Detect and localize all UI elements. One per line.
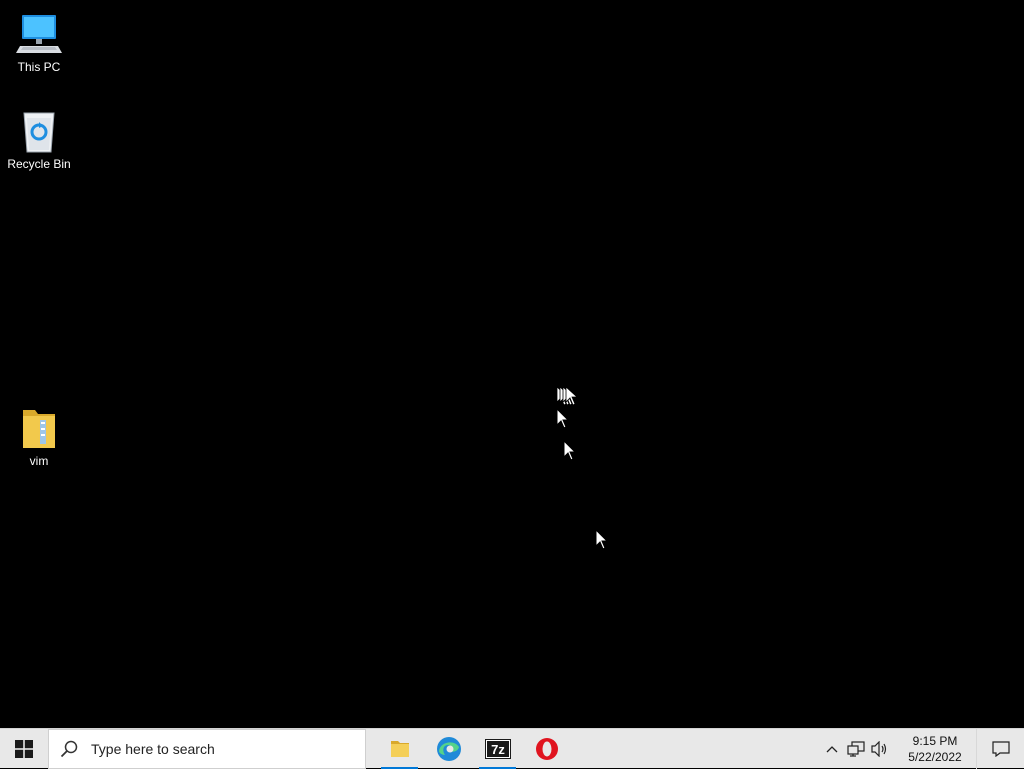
- start-button[interactable]: [0, 729, 48, 769]
- mouse-cursor-icon: [556, 408, 570, 429]
- show-hidden-icons-button[interactable]: [820, 729, 844, 769]
- taskbar-pinned-apps: 7z: [375, 729, 571, 769]
- desktop-icon-label: Recycle Bin: [7, 157, 71, 171]
- edge-icon: [436, 736, 461, 761]
- clock-date: 5/22/2022: [908, 750, 962, 764]
- opera-icon: [535, 737, 558, 760]
- search-icon: [59, 739, 79, 759]
- svg-text:7z: 7z: [491, 742, 505, 757]
- taskbar-app-edge[interactable]: [424, 729, 473, 769]
- taskbar-clock[interactable]: 9:15 PM 5/22/2022: [900, 733, 970, 765]
- volume-button[interactable]: [868, 729, 892, 769]
- taskbar-app-7zip[interactable]: 7z: [473, 729, 522, 769]
- taskbar: 7z: [0, 728, 1024, 769]
- network-button[interactable]: [844, 729, 868, 769]
- recycle-bin-icon: [15, 107, 63, 155]
- desktop-icon-label: This PC: [17, 60, 61, 74]
- mouse-cursor-icon: [563, 440, 577, 461]
- network-icon: [847, 741, 865, 757]
- file-explorer-icon: [390, 740, 409, 757]
- taskbar-search-box[interactable]: [48, 728, 366, 769]
- mouse-cursor-icon: [595, 529, 609, 550]
- search-input[interactable]: [89, 739, 353, 758]
- taskbar-app-opera[interactable]: [522, 729, 571, 769]
- this-pc-icon: [15, 10, 63, 58]
- 7zip-icon: 7z: [484, 738, 511, 759]
- clock-time: 9:15 PM: [912, 734, 958, 748]
- desktop-icon-label: vim: [29, 454, 49, 468]
- cursor-trail-icon: [556, 386, 578, 406]
- system-tray: 9:15 PM 5/22/2022: [820, 729, 1024, 769]
- notification-icon: [991, 741, 1010, 757]
- chevron-up-icon: [826, 746, 838, 753]
- desktop-icon-recycle-bin[interactable]: Recycle Bin: [1, 107, 77, 171]
- desktop[interactable]: This PC Recycle Bin vim: [0, 0, 1024, 728]
- speaker-icon: [871, 741, 887, 757]
- desktop-icon-vim[interactable]: vim: [1, 404, 77, 468]
- folder-icon: [15, 404, 63, 452]
- windows-logo-icon: [15, 739, 33, 758]
- action-center-button[interactable]: [976, 729, 1024, 769]
- taskbar-app-file-explorer[interactable]: [375, 729, 424, 769]
- desktop-icon-this-pc[interactable]: This PC: [1, 10, 77, 74]
